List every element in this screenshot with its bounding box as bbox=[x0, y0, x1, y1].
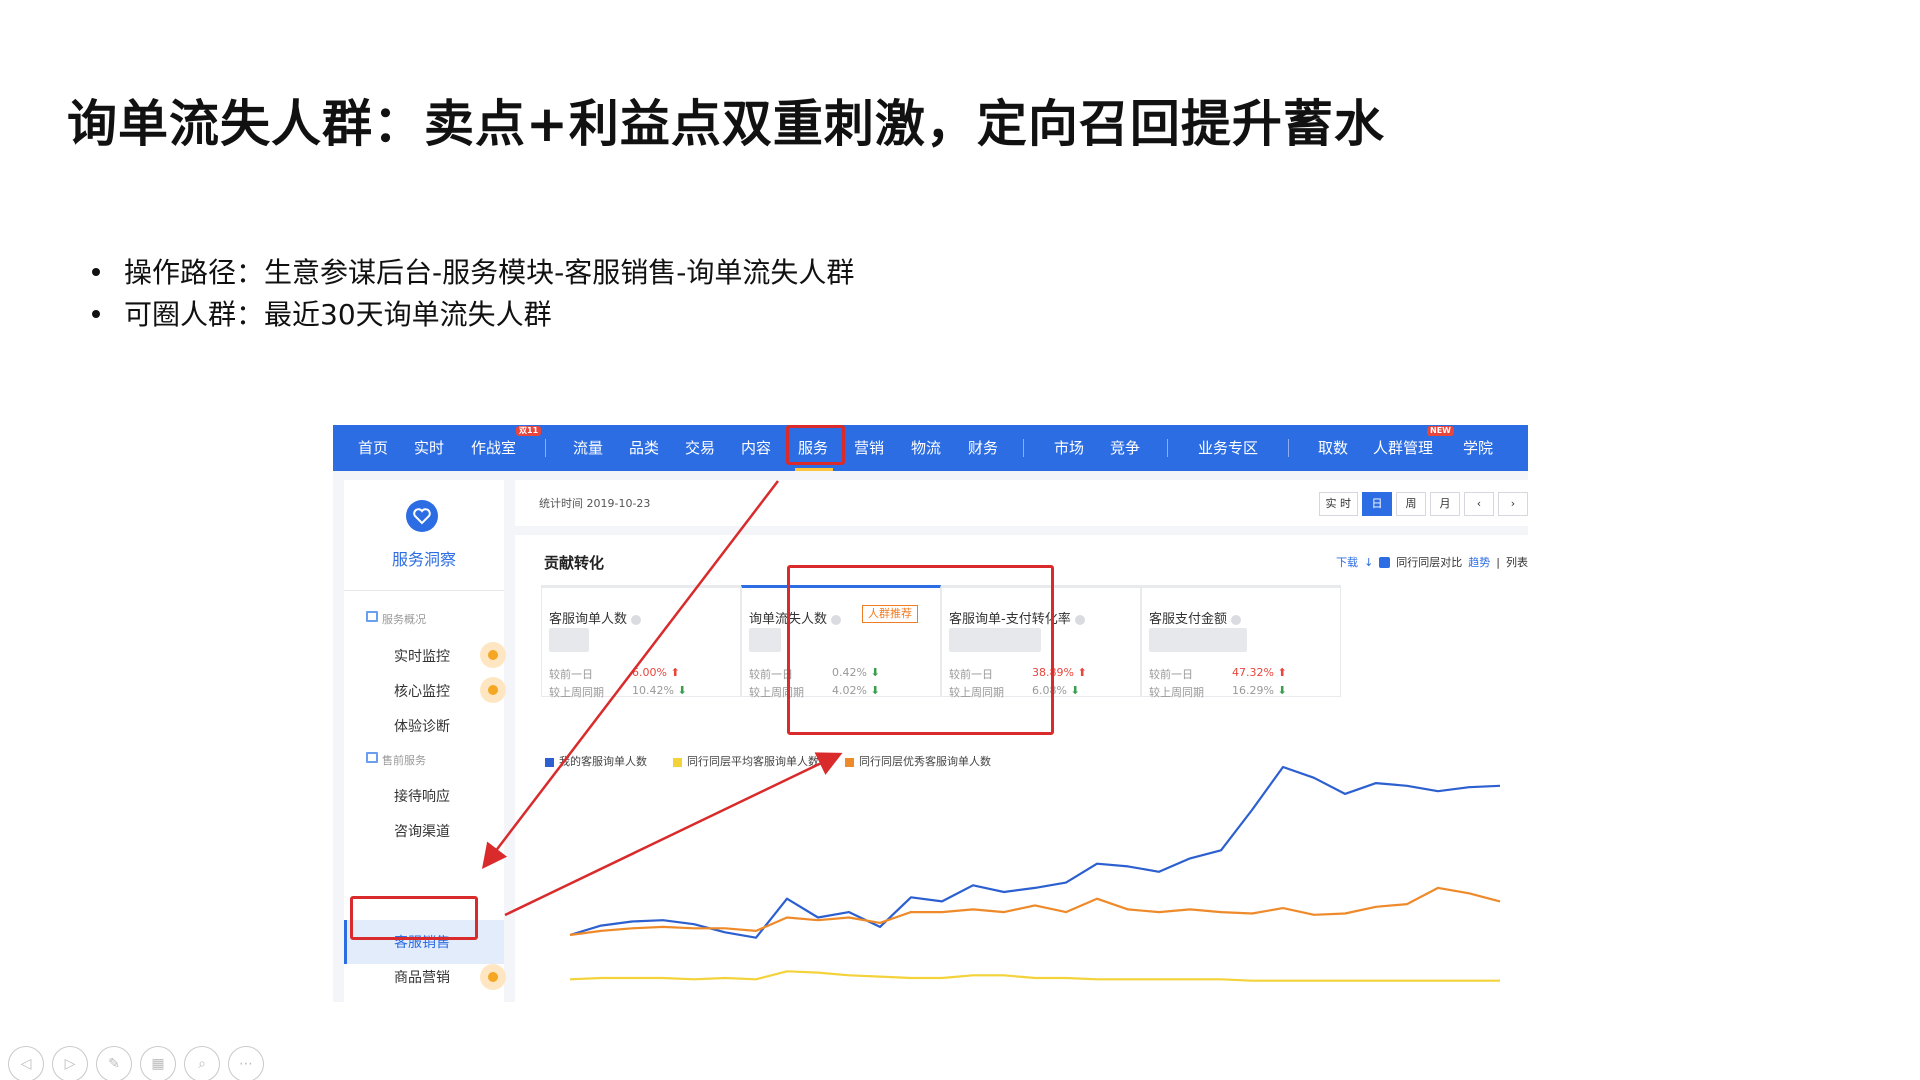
bullet-item: 操作路径：生意参谋后台-服务模块-客服销售-询单流失人群 bbox=[92, 252, 854, 294]
zoom-icon[interactable]: ⌕ bbox=[184, 1046, 220, 1080]
bullet-list: 操作路径：生意参谋后台-服务模块-客服销售-询单流失人群 可圈人群：最近30天询… bbox=[92, 252, 854, 336]
prev-icon[interactable]: ◁ bbox=[8, 1046, 44, 1080]
annotation-arrows bbox=[481, 480, 843, 917]
slide-title: 询单流失人群：卖点+利益点双重刺激，定向召回提升蓄水 bbox=[67, 95, 1385, 153]
pen-icon[interactable]: ✎ bbox=[96, 1046, 132, 1080]
slides-icon[interactable]: ▦ bbox=[140, 1046, 176, 1080]
more-icon[interactable]: ⋯ bbox=[228, 1046, 264, 1080]
bullet-text: 可圈人群：最近30天询单流失人群 bbox=[124, 298, 552, 331]
bullet-text: 操作路径：生意参谋后台-服务模块-客服销售-询单流失人群 bbox=[124, 256, 855, 289]
bullet-dot bbox=[92, 268, 100, 276]
next-icon[interactable]: ▷ bbox=[52, 1046, 88, 1080]
bullet-item: 可圈人群：最近30天询单流失人群 bbox=[92, 294, 854, 336]
arrow-nav-to-sidebar bbox=[481, 480, 779, 869]
player-controls: ◁ ▷ ✎ ▦ ⌕ ⋯ bbox=[8, 1046, 264, 1080]
bullet-dot bbox=[92, 310, 100, 318]
arrow-sidebar-to-kpi bbox=[504, 752, 843, 917]
